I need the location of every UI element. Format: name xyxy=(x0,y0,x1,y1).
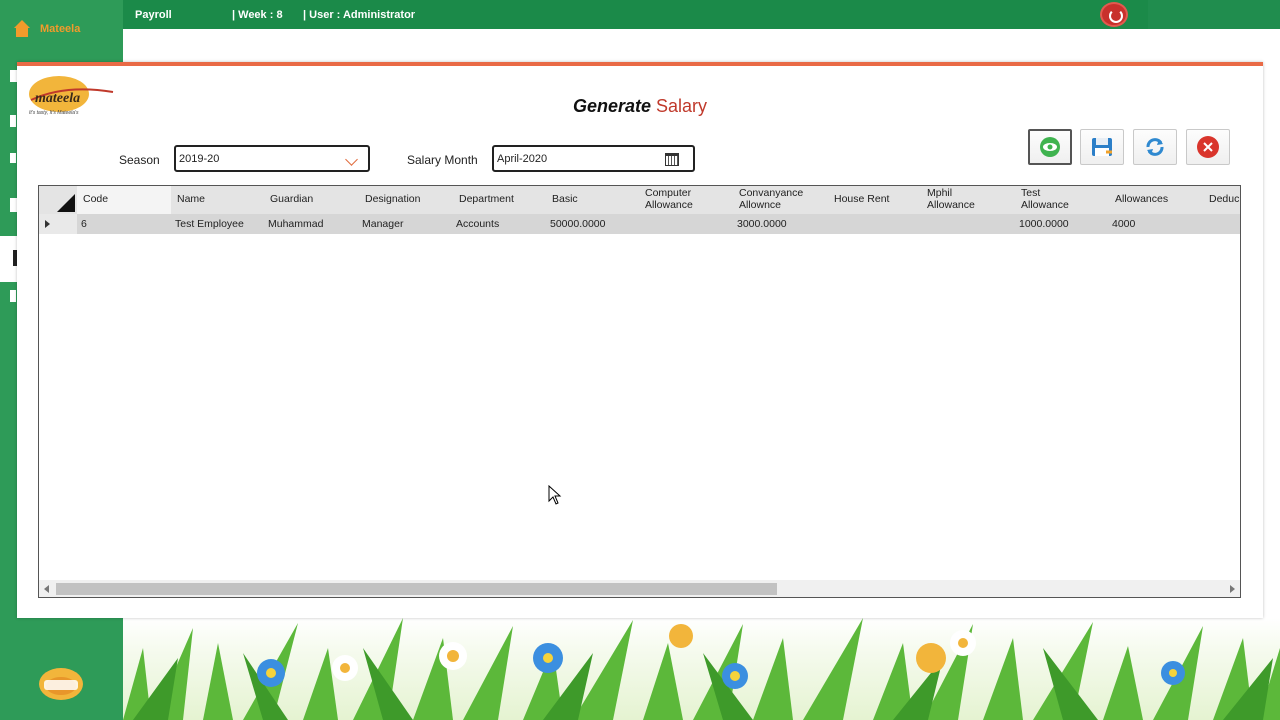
column-header-test-allowance[interactable]: Test Allowance xyxy=(1021,186,1081,214)
generate-salary-panel: mateela It's tasty, It's Mateela's Gener… xyxy=(17,62,1263,618)
sidebar-icon-2[interactable] xyxy=(10,115,16,127)
sidebar-home-label: Mateela xyxy=(40,23,81,35)
view-button[interactable] xyxy=(1028,129,1072,165)
footer-logo-icon xyxy=(39,668,83,700)
column-header-house-rent[interactable]: House Rent xyxy=(834,186,889,214)
column-header-designation[interactable]: Designation xyxy=(365,186,420,214)
refresh-icon xyxy=(1146,138,1164,156)
week-indicator: | Week : 8 xyxy=(232,9,283,21)
close-icon xyxy=(1197,136,1219,158)
season-select[interactable]: 2019-20 xyxy=(174,145,370,172)
salary-grid[interactable]: Code Name Guardian Designation Departmen… xyxy=(38,185,1241,598)
chevron-down-icon[interactable] xyxy=(345,153,358,166)
cell-name[interactable]: Test Employee xyxy=(175,214,244,234)
column-header-allowances[interactable]: Allowances xyxy=(1115,186,1168,214)
power-icon[interactable] xyxy=(1100,2,1128,27)
salary-month-value: April-2020 xyxy=(497,153,548,165)
season-label: Season xyxy=(119,153,160,167)
top-right-area xyxy=(1148,0,1280,29)
refresh-button[interactable] xyxy=(1133,129,1177,165)
cell-designation[interactable]: Manager xyxy=(362,214,403,234)
grid-header: Code Name Guardian Designation Departmen… xyxy=(39,186,1240,214)
scroll-left-icon[interactable] xyxy=(44,585,49,593)
module-name: Payroll xyxy=(135,9,172,21)
cell-test-allowance[interactable]: 1000.0000 xyxy=(1019,214,1069,234)
cell-conveyance-allowance[interactable]: 3000.0000 xyxy=(737,214,787,234)
sidebar-icon-3[interactable] xyxy=(10,153,16,163)
row-selector-icon[interactable] xyxy=(39,214,77,234)
salary-month-label: Salary Month xyxy=(407,153,478,167)
save-button[interactable] xyxy=(1080,129,1124,165)
sidebar-icon-6[interactable] xyxy=(10,290,16,302)
page-title-part1: Generate xyxy=(572,96,651,116)
save-icon xyxy=(1092,138,1112,156)
grass-illustration xyxy=(123,618,1280,720)
column-header-deduc[interactable]: Deduc xyxy=(1209,186,1239,214)
cell-guardian[interactable]: Muhammad xyxy=(268,214,323,234)
table-row[interactable]: 6 Test Employee Muhammad Manager Account… xyxy=(39,214,1240,234)
season-value: 2019-20 xyxy=(179,153,220,165)
select-all-icon[interactable] xyxy=(39,186,77,214)
home-icon xyxy=(12,20,32,38)
cell-code[interactable]: 6 xyxy=(81,214,87,234)
eye-icon xyxy=(1040,137,1060,157)
horizontal-scrollbar[interactable] xyxy=(39,580,1240,597)
scrollbar-thumb[interactable] xyxy=(56,583,777,595)
mouse-cursor-icon xyxy=(548,485,562,505)
top-bar: Payroll | Week : 8 | User : Administrato… xyxy=(0,0,1280,29)
column-header-code[interactable]: Code xyxy=(83,186,108,214)
column-header-mphil-allowance[interactable]: Mphil Allowance xyxy=(927,186,987,214)
user-indicator: | User : Administrator xyxy=(303,9,416,21)
column-header-guardian[interactable]: Guardian xyxy=(270,186,313,214)
cell-department[interactable]: Accounts xyxy=(456,214,499,234)
column-header-conveyance-allowance[interactable]: Convanyance Allownce xyxy=(739,186,819,214)
column-header-computer-allowance[interactable]: Computer Allowance xyxy=(645,186,709,214)
column-header-department[interactable]: Department xyxy=(459,186,514,214)
column-header-name[interactable]: Name xyxy=(177,186,205,214)
close-button[interactable] xyxy=(1186,129,1230,165)
salary-month-picker[interactable]: April-2020 xyxy=(492,145,695,172)
scroll-right-icon[interactable] xyxy=(1230,585,1235,593)
page-title: Generate Salary xyxy=(17,96,1263,117)
calendar-icon[interactable] xyxy=(665,153,679,166)
cell-basic[interactable]: 50000.0000 xyxy=(550,214,605,234)
grass-decoration xyxy=(123,618,1280,720)
cell-allowances[interactable]: 4000 xyxy=(1112,214,1135,234)
sidebar-active-tab[interactable] xyxy=(0,236,17,282)
sidebar-item-home[interactable]: Mateela xyxy=(12,20,80,38)
page-title-part2: Salary xyxy=(656,96,708,116)
column-header-basic[interactable]: Basic xyxy=(552,186,578,214)
